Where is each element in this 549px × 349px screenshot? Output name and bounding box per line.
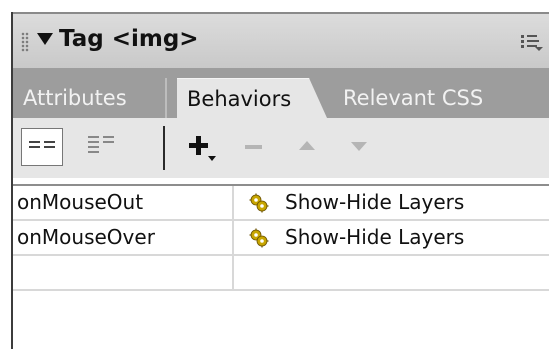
panel-title: Tag <img> bbox=[59, 26, 199, 52]
table-row[interactable]: onMouseOut Show-Hide Layers bbox=[13, 186, 549, 221]
add-behavior-button[interactable] bbox=[183, 128, 225, 166]
list-all-icon bbox=[88, 136, 99, 156]
toolbar-divider bbox=[163, 126, 165, 170]
tag-inspector-panel: Tag <img> Attributes Behaviors Relevant … bbox=[0, 0, 549, 349]
behavior-gear-icon bbox=[249, 228, 269, 248]
tab-relevant-css[interactable]: Relevant CSS bbox=[343, 78, 483, 118]
minus-icon bbox=[245, 145, 262, 149]
show-set-events-button[interactable] bbox=[21, 128, 63, 166]
list-set-icon bbox=[29, 141, 40, 151]
column-divider[interactable] bbox=[232, 186, 234, 291]
drag-grip-icon[interactable] bbox=[21, 32, 29, 52]
event-cell[interactable]: onMouseOut bbox=[17, 186, 143, 219]
collapse-triangle-icon[interactable] bbox=[37, 33, 53, 45]
tab-behaviors[interactable]: Behaviors bbox=[177, 78, 327, 118]
arrow-up-icon bbox=[299, 141, 315, 150]
behavior-gear-icon bbox=[249, 193, 269, 213]
action-label: Show-Hide Layers bbox=[285, 225, 465, 249]
move-down-button[interactable] bbox=[343, 128, 385, 166]
tab-strip: Attributes Behaviors Relevant CSS bbox=[13, 68, 549, 118]
panel-titlebar[interactable]: Tag <img> bbox=[13, 12, 549, 68]
panel-options-menu-icon[interactable] bbox=[521, 32, 543, 52]
tab-attributes[interactable]: Attributes bbox=[23, 78, 127, 118]
behaviors-toolbar bbox=[13, 118, 549, 178]
event-cell[interactable]: onMouseOver bbox=[17, 221, 155, 254]
tab-separator bbox=[165, 78, 167, 118]
behaviors-table: onMouseOut Show-Hide Layers onMouseOver … bbox=[13, 184, 549, 291]
table-row[interactable]: onMouseOver Show-Hide Layers bbox=[13, 221, 549, 256]
show-all-events-button[interactable] bbox=[81, 128, 123, 166]
remove-behavior-button[interactable] bbox=[238, 128, 280, 166]
arrow-down-icon bbox=[351, 142, 367, 151]
table-row[interactable] bbox=[13, 256, 549, 291]
action-label: Show-Hide Layers bbox=[285, 190, 465, 214]
move-up-button[interactable] bbox=[291, 128, 333, 166]
dropdown-caret-icon bbox=[208, 156, 216, 161]
